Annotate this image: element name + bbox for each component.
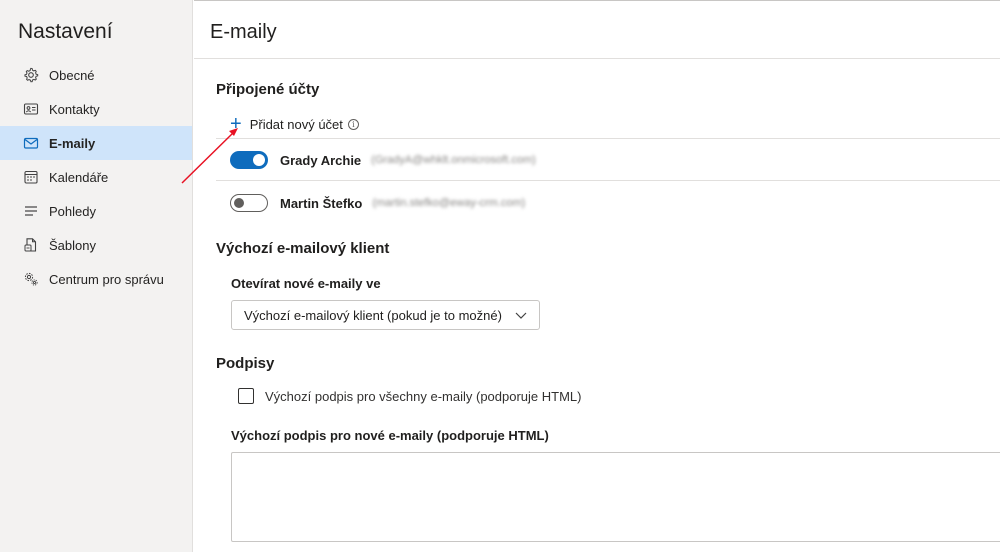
- signatures-heading: Podpisy: [216, 355, 275, 372]
- page-title: E-maily: [210, 21, 277, 43]
- nav-item-sablony[interactable]: Šablony: [0, 228, 193, 262]
- nav-item-label: Centrum pro správu: [49, 271, 164, 287]
- add-account-label: Přidat nový účet: [249, 116, 343, 132]
- gear-icon: [22, 66, 40, 84]
- nav-item-pohledy[interactable]: Pohledy: [0, 194, 193, 228]
- nav-item-label: Kontakty: [49, 101, 100, 117]
- contact-card-icon: [22, 100, 40, 118]
- account-name: Martin Štefko: [280, 195, 363, 211]
- account-row: Martin Štefko (martin.stefko@eway-crm.co…: [230, 191, 525, 215]
- account-toggle-on[interactable]: [230, 151, 268, 169]
- toggle-knob: [253, 154, 265, 166]
- nav-item-label: Pohledy: [49, 203, 96, 219]
- default-client-dropdown[interactable]: Výchozí e-mailový klient (pokud je to mo…: [231, 300, 540, 330]
- nav-item-label: Šablony: [49, 237, 96, 253]
- template-icon: [22, 236, 40, 254]
- settings-sidebar: Nastavení Obecné Kontakty E-maily Kalend…: [0, 0, 193, 552]
- lines-icon: [22, 202, 40, 220]
- sidebar-title: Nastavení: [18, 20, 113, 43]
- open-emails-label: Otevírat nové e-maily ve: [231, 276, 381, 291]
- new-signature-label: Výchozí podpis pro nové e-maily (podporu…: [231, 428, 549, 443]
- default-signature-option[interactable]: Výchozí podpis pro všechny e-maily (podp…: [238, 386, 581, 406]
- add-account-button[interactable]: + Přidat nový účet i: [230, 114, 359, 134]
- nav-item-emaily[interactable]: E-maily: [0, 126, 192, 160]
- default-signature-checkbox[interactable]: [238, 388, 254, 404]
- divider: [216, 180, 1000, 181]
- default-client-heading: Výchozí e-mailový klient: [216, 240, 390, 257]
- nav-item-obecne[interactable]: Obecné: [0, 58, 193, 92]
- nav-item-kalendare[interactable]: Kalendáře: [0, 160, 193, 194]
- divider: [216, 138, 1000, 139]
- signature-editor[interactable]: [231, 452, 1000, 542]
- nav-item-kontakty[interactable]: Kontakty: [0, 92, 193, 126]
- account-name: Grady Archie: [280, 152, 362, 168]
- account-email: (martin.stefko@eway-crm.com): [372, 197, 526, 209]
- calendar-icon: [22, 168, 40, 186]
- account-toggle-off[interactable]: [230, 194, 268, 212]
- account-row: Grady Archie (GradyA@whklt.onmicrosoft.c…: [230, 148, 536, 172]
- toggle-knob: [234, 198, 244, 208]
- nav-item-centrum-pro-spravu[interactable]: Centrum pro správu: [0, 262, 193, 296]
- chevron-down-icon: [514, 308, 528, 325]
- admin-gear-icon: [22, 270, 40, 288]
- connected-accounts-heading: Připojené účty: [216, 81, 320, 98]
- nav-item-label: E-maily: [49, 135, 96, 151]
- dropdown-value: Výchozí e-mailový klient (pokud je to mo…: [244, 307, 502, 323]
- page-header: E-maily: [194, 0, 1000, 59]
- mail-icon: [22, 134, 40, 152]
- nav-item-label: Kalendáře: [49, 169, 109, 185]
- plus-icon: +: [230, 113, 242, 135]
- info-icon[interactable]: i: [347, 118, 359, 130]
- settings-main-panel: E-maily Připojené účty + Přidat nový úče…: [194, 0, 1000, 552]
- nav-item-label: Obecné: [49, 67, 95, 83]
- settings-nav: Obecné Kontakty E-maily Kalendáře Pohled…: [0, 58, 193, 296]
- account-email: (GradyA@whklt.onmicrosoft.com): [371, 154, 536, 166]
- checkbox-label: Výchozí podpis pro všechny e-maily (podp…: [265, 388, 582, 404]
